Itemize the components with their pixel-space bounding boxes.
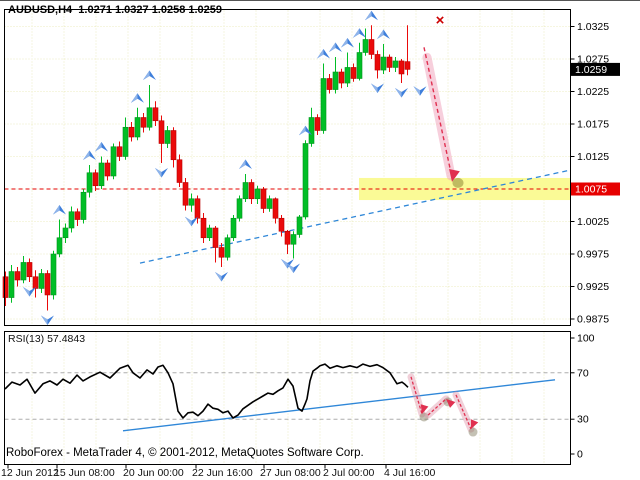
rsi-panel-surface[interactable] — [5, 332, 571, 465]
price-axis-label: 1.0325 — [577, 21, 609, 33]
metatrader-chart-window: ×1.03251.02751.02251.01751.01251.00751.0… — [0, 0, 640, 480]
copyright-footer: RoboForex - MetaTrader 4, © 2001-2012, M… — [6, 447, 364, 459]
time-axis-label: 27 Jun 08:00 — [260, 467, 321, 479]
price-axis-label: 0.9975 — [577, 249, 609, 261]
price-axis-label: 0.9925 — [577, 281, 609, 293]
price-axis-label: 1.0175 — [577, 119, 609, 131]
chart-canvas: ×1.03251.02751.02251.01751.01251.00751.0… — [0, 1, 640, 480]
chart-symbol-title: AUDUSD,H4 1.0271 1.0327 1.0258 1.0259 — [8, 4, 222, 16]
price-axis-label: 1.0125 — [577, 151, 609, 163]
time-axis-label: 22 Jun 16:00 — [192, 467, 253, 479]
main-chart-surface[interactable] — [5, 10, 571, 326]
price-axis-label: 1.0025 — [577, 216, 609, 228]
time-axis-label: 4 Jul 16:00 — [384, 467, 435, 479]
time-axis-label: 15 Jun 08:00 — [54, 467, 115, 479]
price-axis[interactable]: 1.03251.02751.02251.01751.01251.00751.00… — [571, 21, 621, 461]
rsi-axis-label: 30 — [577, 414, 589, 426]
time-axis-label: 2 Jul 00:00 — [323, 467, 374, 479]
time-axis-label: 20 Jun 00:00 — [123, 467, 184, 479]
current-price-badge: 1.0259 — [571, 63, 620, 76]
level-price-badge: 1.0075 — [571, 183, 620, 196]
rsi-axis-label: 0 — [577, 449, 583, 461]
rsi-axis-label: 70 — [577, 367, 589, 379]
time-axis-label: 12 Jun 2012 — [1, 467, 59, 479]
price-axis-label: 1.0225 — [577, 86, 609, 98]
rsi-axis-label: 100 — [577, 333, 595, 345]
svg-text:1.0075: 1.0075 — [575, 184, 607, 196]
svg-text:1.0259: 1.0259 — [575, 64, 607, 76]
price-axis-label: 0.9875 — [577, 314, 609, 326]
rsi-indicator-label: RSI(13) 57.4843 — [8, 333, 85, 345]
